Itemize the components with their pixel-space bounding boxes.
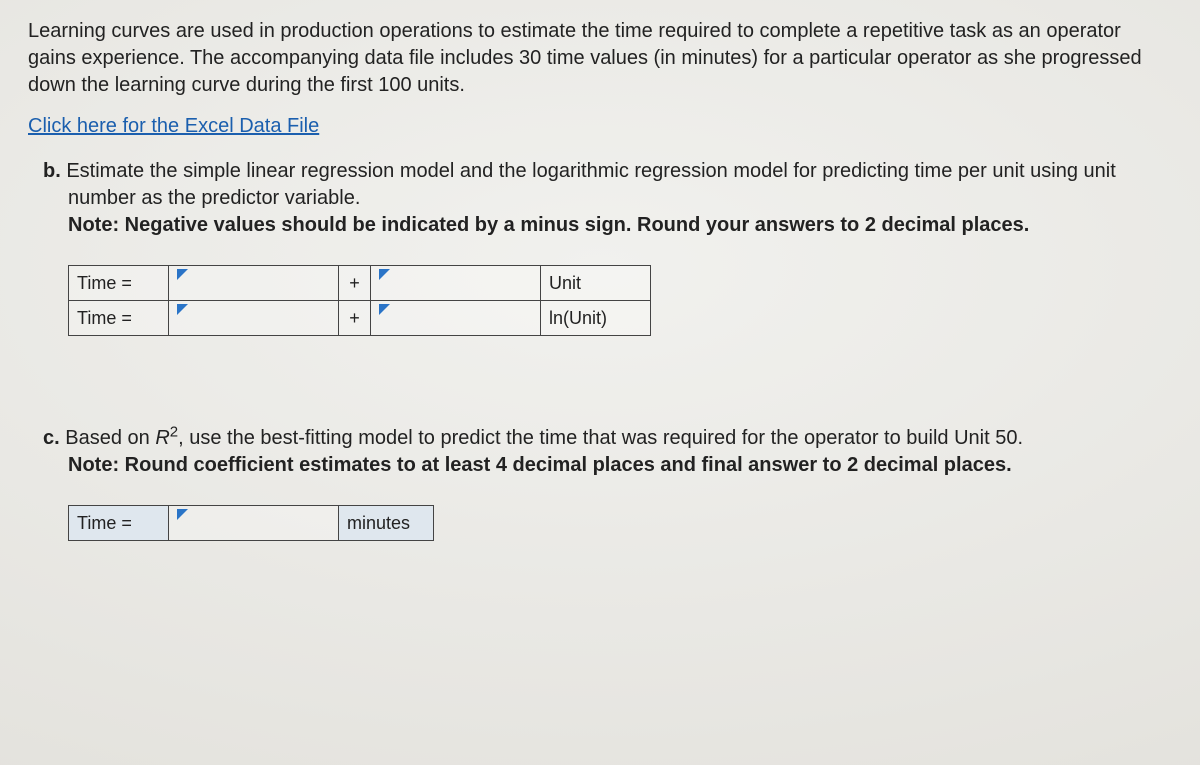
intro-paragraph: Learning curves are used in production o… — [28, 18, 1172, 99]
part-b-label: b. — [43, 160, 61, 182]
plus-sign: + — [339, 266, 371, 301]
predictor-label: ln(Unit) — [541, 301, 651, 336]
regression-table: Time = + Unit Time = — [68, 265, 651, 336]
part-c: c. Based on R2, use the best-fitting mod… — [28, 422, 1172, 541]
unit-label: minutes — [339, 505, 434, 540]
intercept-input-log[interactable] — [177, 304, 330, 332]
intercept-input-linear[interactable] — [177, 269, 330, 297]
input-flag-icon — [379, 304, 390, 315]
lhs-label: Time = — [69, 266, 169, 301]
part-c-text: Based on R2, use the best-fitting model … — [65, 427, 1023, 449]
input-flag-icon — [177, 509, 188, 520]
input-flag-icon — [177, 269, 188, 280]
lhs-label: Time = — [69, 505, 169, 540]
part-c-label: c. — [43, 427, 60, 449]
part-c-note: Note: Round coefficient estimates to at … — [68, 454, 1012, 476]
part-b: b. Estimate the simple linear regression… — [28, 158, 1172, 336]
predictor-label: Unit — [541, 266, 651, 301]
table-row: Time = minutes — [69, 505, 434, 540]
slope-input-log[interactable] — [379, 304, 532, 332]
plus-sign: + — [339, 301, 371, 336]
predicted-time-input[interactable] — [177, 509, 330, 537]
slope-input-linear[interactable] — [379, 269, 532, 297]
input-flag-icon — [177, 304, 188, 315]
lhs-label: Time = — [69, 301, 169, 336]
excel-file-link[interactable]: Click here for the Excel Data File — [28, 113, 319, 140]
input-flag-icon — [379, 269, 390, 280]
part-b-text: Estimate the simple linear regression mo… — [66, 160, 1115, 209]
prediction-table: Time = minutes — [68, 505, 434, 541]
table-row: Time = + Unit — [69, 266, 651, 301]
table-row: Time = + ln(Unit) — [69, 301, 651, 336]
part-b-note: Note: Negative values should be indicate… — [68, 214, 1029, 236]
